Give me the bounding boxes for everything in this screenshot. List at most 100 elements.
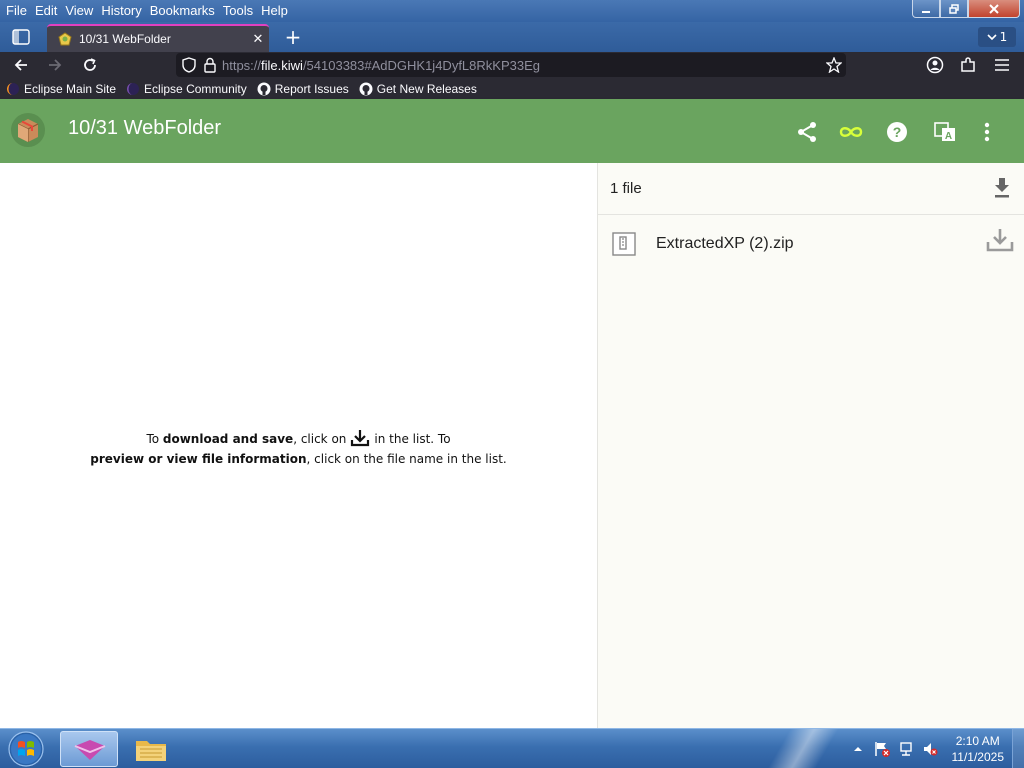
help-button[interactable]: ? <box>884 119 910 145</box>
instructions-part1: To <box>146 432 163 446</box>
firefox-view-icon <box>12 29 30 45</box>
tab-close-button[interactable]: ✕ <box>247 32 269 47</box>
reload-button[interactable] <box>77 53 103 77</box>
box-logo-icon[interactable] <box>10 112 46 148</box>
account-icon <box>926 56 944 74</box>
taskbar-browser-button[interactable] <box>60 731 118 767</box>
menu-tools[interactable]: Tools <box>219 1 257 21</box>
menu-bookmarks[interactable]: Bookmarks <box>146 1 219 21</box>
tab-count: 1 <box>999 30 1008 44</box>
tab-list-button[interactable]: 1 <box>978 27 1016 47</box>
file-download-button[interactable] <box>986 227 1014 256</box>
address-bar[interactable]: https://file.kiwi/54103383#AdDGHK1j4DyfL… <box>176 53 846 77</box>
restore-button[interactable] <box>940 0 968 18</box>
bookmarks-toolbar: Eclipse Main Site Eclipse Community Repo… <box>0 78 1024 99</box>
menu-file[interactable]: File <box>2 1 31 21</box>
github-icon <box>257 82 271 95</box>
taskbar-clock[interactable]: 2:10 AM 11/1/2025 <box>952 733 1005 765</box>
volume-muted-icon <box>923 743 937 756</box>
window-titlebar: File Edit View History Bookmarks Tools H… <box>0 0 1024 22</box>
more-options-button[interactable] <box>974 119 1000 145</box>
instructions-part4: , click on the file name in the list. <box>306 452 507 466</box>
navigation-bar: https://file.kiwi/54103383#AdDGHK1j4DyfL… <box>0 52 1024 78</box>
bookmark-get-new-releases[interactable]: Get New Releases <box>359 82 477 96</box>
svg-text:A: A <box>945 131 952 142</box>
translate-icon: A <box>934 122 955 142</box>
windows-orb-icon <box>8 731 44 767</box>
web-page: 10/31 WebFolder ? A To download and save… <box>0 99 1024 728</box>
taskbar-explorer-button[interactable] <box>122 731 180 767</box>
app-menu-button[interactable] <box>989 53 1015 77</box>
url-path: /54103383#AdDGHK1j4DyfL8RkKP33Eg <box>302 57 540 73</box>
infinity-icon <box>839 127 863 137</box>
new-tab-button[interactable]: + <box>280 26 306 50</box>
hamburger-icon <box>995 59 1009 71</box>
url-text[interactable]: https://file.kiwi/54103383#AdDGHK1j4DyfL… <box>222 58 540 73</box>
bookmark-eclipse-community[interactable]: Eclipse Community <box>126 82 247 96</box>
show-hidden-icons-button[interactable] <box>848 739 868 759</box>
instructions-line-2: preview or view file information, click … <box>0 449 597 469</box>
account-button[interactable] <box>922 53 948 77</box>
download-icon <box>986 229 1014 252</box>
kebab-menu-icon <box>984 122 990 142</box>
bookmark-label: Eclipse Main Site <box>24 81 117 96</box>
bookmark-label: Report Issues <box>274 81 349 96</box>
puzzle-icon <box>961 57 975 72</box>
menu-view[interactable]: View <box>61 1 97 21</box>
instructions-bold1: download and save <box>162 432 294 446</box>
help-icon: ? <box>887 122 907 142</box>
eclipse-icon <box>127 82 140 95</box>
download-icon <box>351 430 370 447</box>
window-controls <box>912 0 1020 18</box>
chevron-down-icon <box>987 34 997 41</box>
url-scheme: https:// <box>222 57 262 73</box>
clock-time: 2:10 AM <box>955 734 1000 748</box>
instructions-line-1: To download and save, click on in the lis… <box>0 429 597 449</box>
tab-webfolder[interactable]: 10/31 WebFolder ✕ <box>47 24 269 52</box>
instructions-part3: in the list. To <box>374 432 451 446</box>
app-header: 10/31 WebFolder ? A <box>0 99 1024 163</box>
action-center-button[interactable] <box>872 739 892 759</box>
infinity-button[interactable] <box>838 119 864 145</box>
share-button[interactable] <box>794 119 820 145</box>
folder-icon <box>136 741 166 761</box>
shield-icon <box>182 57 196 73</box>
extensions-button[interactable] <box>955 53 981 77</box>
bookmark-star-icon[interactable] <box>826 57 842 73</box>
file-list-item[interactable]: ExtractedXP (2).zip <box>598 216 1024 272</box>
bookmark-eclipse-main-site[interactable]: Eclipse Main Site <box>6 82 116 96</box>
file-list-header: 1 file <box>598 163 1024 215</box>
menu-help[interactable]: Help <box>257 1 292 21</box>
reload-icon <box>84 58 96 71</box>
instructions-bold2: preview or view file information <box>90 452 307 466</box>
file-name-link[interactable]: ExtractedXP (2).zip <box>656 235 794 253</box>
eclipse-icon <box>7 82 19 95</box>
translate-button[interactable]: A <box>932 119 958 145</box>
bookmark-report-issues[interactable]: Report Issues <box>257 82 349 96</box>
menu-history[interactable]: History <box>97 1 145 21</box>
volume-button[interactable] <box>920 739 940 759</box>
start-button[interactable] <box>4 730 48 768</box>
flag-warning-icon <box>874 742 890 757</box>
svg-text:?: ? <box>893 124 902 140</box>
close-icon <box>989 3 999 14</box>
instructions-part2: , click on <box>293 432 347 446</box>
minimize-button[interactable] <box>912 0 940 18</box>
taskbar: 2:10 AM 11/1/2025 <box>0 728 1024 768</box>
firefox-view-button[interactable] <box>6 25 36 49</box>
tab-title: 10/31 WebFolder <box>79 32 171 46</box>
menu-bar: File Edit View History Bookmarks Tools H… <box>0 0 292 22</box>
network-icon <box>899 742 912 756</box>
close-window-button[interactable] <box>968 0 1020 18</box>
lock-icon <box>204 57 216 73</box>
menu-edit[interactable]: Edit <box>31 1 61 21</box>
bookmark-label: Get New Releases <box>376 81 477 96</box>
forward-button[interactable] <box>42 53 68 77</box>
system-tray: 2:10 AM 11/1/2025 <box>846 729 1024 768</box>
clock-date: 11/1/2025 <box>951 750 1005 764</box>
back-button[interactable] <box>8 53 34 77</box>
download-all-button[interactable] <box>994 177 1010 202</box>
network-button[interactable] <box>896 739 916 759</box>
file-count: 1 file <box>610 180 642 197</box>
show-desktop-button[interactable] <box>1012 729 1024 768</box>
